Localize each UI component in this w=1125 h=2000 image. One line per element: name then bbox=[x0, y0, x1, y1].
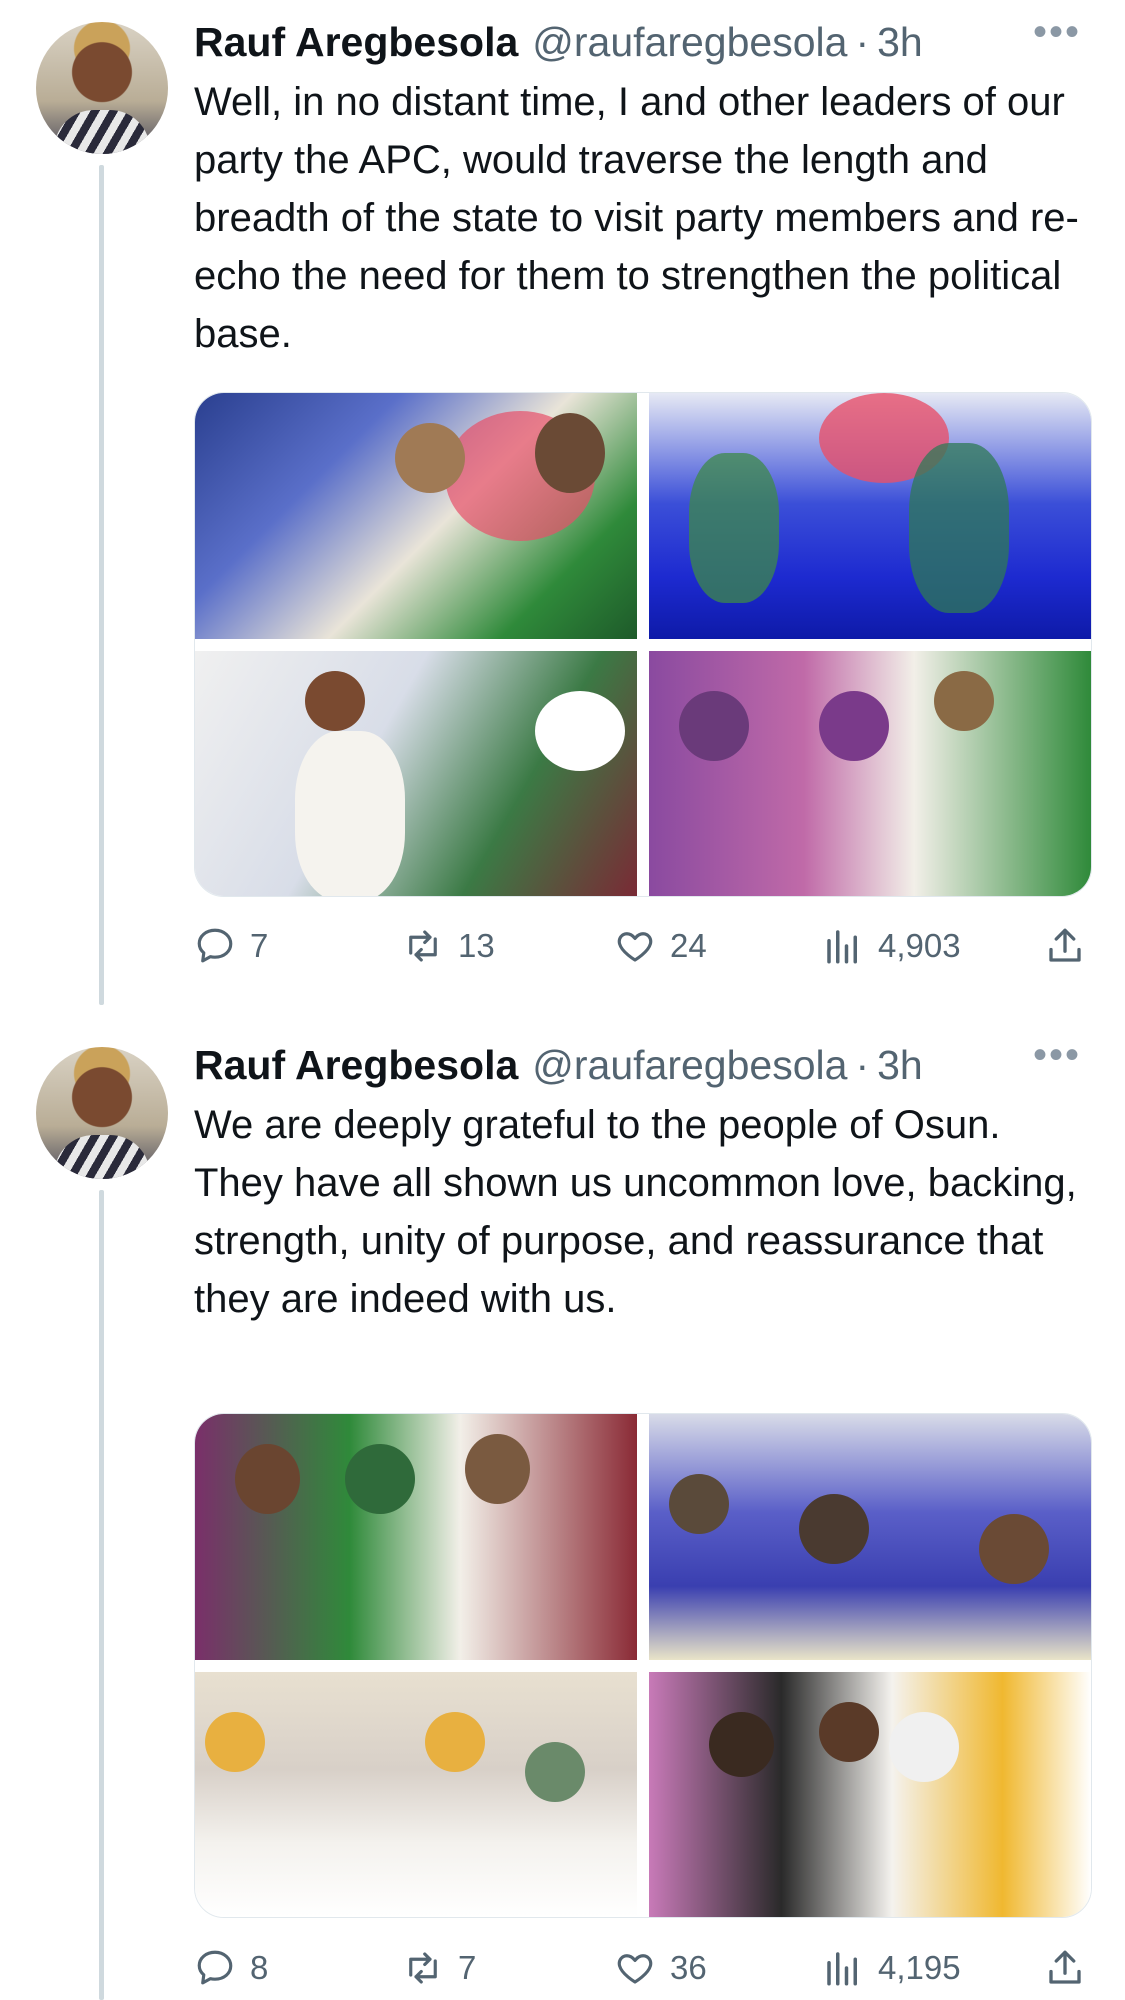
share-button[interactable] bbox=[1044, 1947, 1100, 1989]
like-icon bbox=[617, 932, 653, 962]
photo[interactable] bbox=[195, 393, 637, 639]
share-icon bbox=[1049, 1950, 1081, 1984]
thread-line bbox=[99, 165, 104, 1005]
views-button[interactable]: 4,195 bbox=[822, 1947, 961, 1989]
views-count: 4,195 bbox=[878, 1949, 961, 1986]
views-icon bbox=[827, 1952, 857, 1986]
reply-icon bbox=[197, 1950, 233, 1985]
views-icon bbox=[827, 930, 857, 964]
photo[interactable] bbox=[195, 1414, 637, 1660]
retweet-icon bbox=[409, 930, 437, 962]
tweet-header: Rauf Aregbesola @raufaregbesola · 3h ••• bbox=[194, 10, 1085, 66]
views-count: 4,903 bbox=[878, 927, 961, 964]
views-button[interactable]: 4,903 bbox=[822, 925, 961, 967]
timestamp[interactable]: 3h bbox=[877, 1042, 923, 1089]
tweet-actions: 8 7 36 4,195 bbox=[194, 1947, 1090, 1997]
share-button[interactable] bbox=[1044, 925, 1100, 967]
retweet-button[interactable]: 13 bbox=[402, 925, 495, 967]
like-button[interactable]: 36 bbox=[614, 1947, 707, 1989]
reply-button[interactable]: 8 bbox=[194, 1947, 268, 1989]
reply-count: 8 bbox=[250, 1949, 269, 1986]
retweet-icon bbox=[409, 1952, 437, 1984]
photo[interactable] bbox=[195, 650, 637, 896]
separator: · bbox=[855, 1041, 870, 1088]
like-count: 24 bbox=[670, 927, 707, 964]
media-grid[interactable] bbox=[194, 392, 1092, 897]
avatar[interactable] bbox=[36, 1047, 168, 1179]
reply-count: 7 bbox=[250, 927, 269, 964]
more-icon[interactable]: ••• bbox=[1033, 10, 1081, 55]
media-grid[interactable] bbox=[194, 1413, 1092, 1918]
photo[interactable] bbox=[649, 1414, 1091, 1660]
share-icon bbox=[1049, 928, 1081, 962]
author-name[interactable]: Rauf Aregbesola bbox=[194, 19, 518, 66]
tweet-actions: 7 13 24 4,903 bbox=[194, 925, 1090, 975]
more-icon[interactable]: ••• bbox=[1033, 1033, 1081, 1078]
retweet-count: 13 bbox=[458, 927, 495, 964]
tweet-text: Well, in no distant time, I and other le… bbox=[194, 80, 1079, 356]
reply-button[interactable]: 7 bbox=[194, 925, 268, 967]
photo[interactable] bbox=[649, 1671, 1091, 1917]
tweet-header: Rauf Aregbesola @raufaregbesola · 3h ••• bbox=[194, 1033, 1085, 1089]
like-count: 36 bbox=[670, 1949, 707, 1986]
retweet-count: 7 bbox=[458, 1949, 477, 1986]
retweet-button[interactable]: 7 bbox=[402, 1947, 476, 1989]
tweet-text: We are deeply grateful to the people of … bbox=[194, 1103, 1077, 1321]
photo[interactable] bbox=[649, 393, 1091, 639]
photo[interactable] bbox=[195, 1671, 637, 1917]
reply-icon bbox=[197, 928, 233, 963]
author-handle[interactable]: @raufaregbesola bbox=[532, 19, 847, 66]
like-button[interactable]: 24 bbox=[614, 925, 707, 967]
author-name[interactable]: Rauf Aregbesola bbox=[194, 1042, 518, 1089]
author-handle[interactable]: @raufaregbesola bbox=[532, 1042, 847, 1089]
like-icon bbox=[617, 1954, 653, 1984]
timestamp[interactable]: 3h bbox=[877, 19, 923, 66]
separator: · bbox=[855, 18, 870, 65]
thread-line bbox=[99, 1190, 104, 2000]
photo[interactable] bbox=[649, 650, 1091, 896]
avatar[interactable] bbox=[36, 22, 168, 154]
